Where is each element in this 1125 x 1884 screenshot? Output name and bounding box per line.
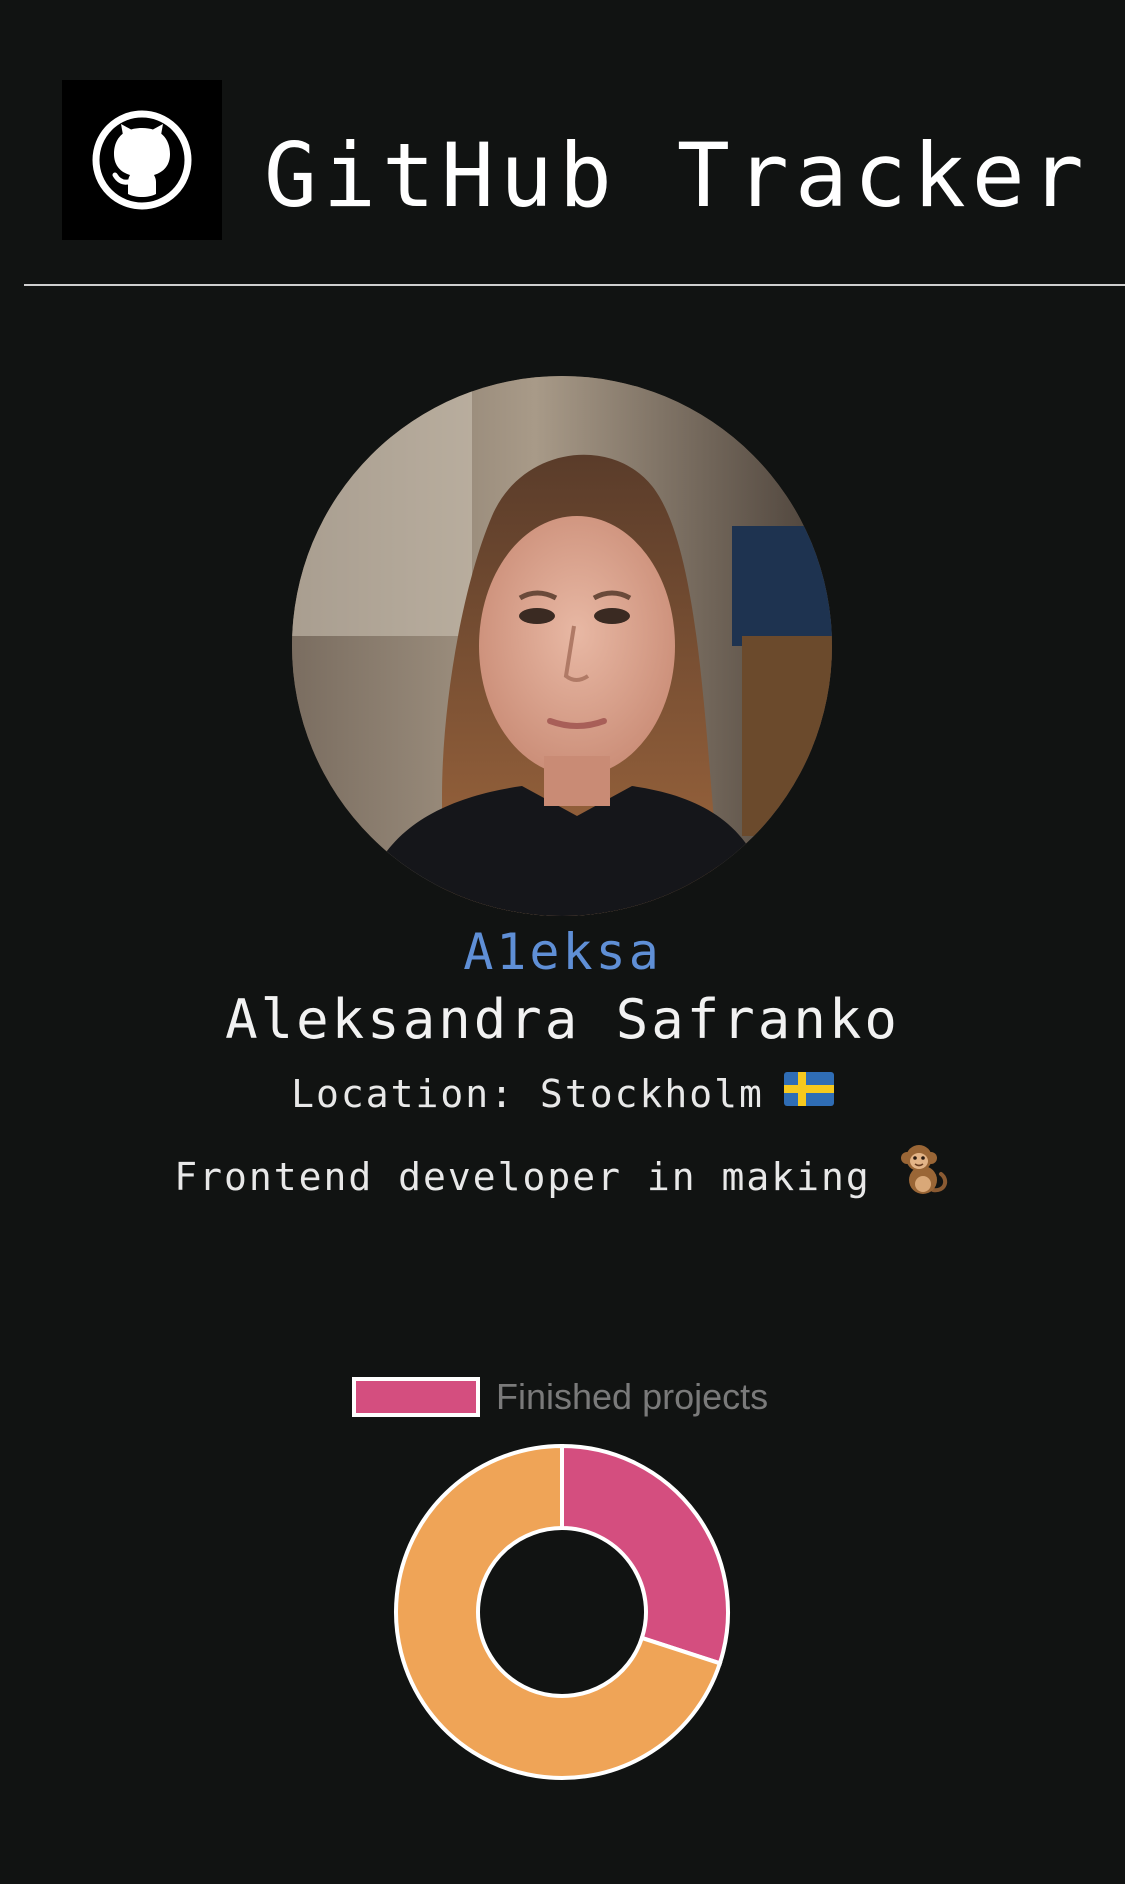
- profile-full-name: Aleksandra Safranko: [225, 988, 900, 1051]
- donut-slice-0[interactable]: [560, 1443, 730, 1666]
- legend-swatch-finished: [352, 1377, 480, 1417]
- profile-location: Location: Stockholm: [0, 1068, 1125, 1123]
- profile-location-text: Location: Stockholm: [291, 1072, 764, 1116]
- header-divider: [24, 284, 1125, 286]
- avatar: [292, 376, 832, 916]
- donut-svg: [394, 1443, 730, 1780]
- github-octocat-icon: [92, 110, 192, 210]
- chart-legend[interactable]: Finished projects: [352, 1376, 768, 1418]
- app-title: GitHub Tracker: [264, 124, 1090, 227]
- github-logo[interactable]: [62, 80, 222, 240]
- projects-donut-chart: [392, 1442, 732, 1782]
- avatar-photo: [292, 376, 832, 916]
- app-header: GitHub Tracker: [0, 0, 1125, 286]
- profile-username[interactable]: A1eksa: [0, 920, 1125, 984]
- profile-bio: Frontend developer in making: [0, 1144, 1125, 1215]
- monkey-icon: [893, 1140, 951, 1211]
- legend-label-finished: Finished projects: [496, 1376, 769, 1417]
- sweden-flag-icon: [783, 1067, 834, 1119]
- profile-bio-text: Frontend developer in making: [174, 1155, 871, 1199]
